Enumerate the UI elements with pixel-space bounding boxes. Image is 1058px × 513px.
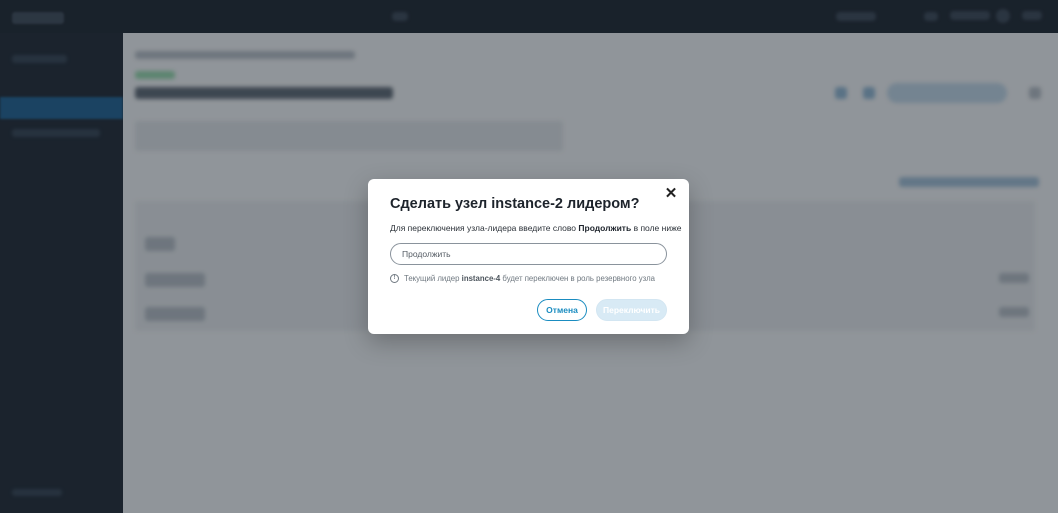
leader-switch-dialog: ✕ Сделать узел instance-2 лидером? Для п… [368,179,689,334]
close-icon[interactable]: ✕ [664,186,678,201]
instruction-suffix: в поле ниже [631,223,682,233]
instruction-keyword: Продолжить [578,223,632,233]
confirmation-input[interactable] [390,243,667,265]
info-suffix: будет переключен в роль резервного узла [502,274,656,283]
instruction-prefix: Для переключения узла-лидера введите сло… [390,223,579,233]
switch-button[interactable]: Переключить [596,299,667,321]
cancel-button[interactable]: Отмена [537,299,587,321]
info-circle-icon: ! [390,274,399,283]
info-prefix: Текущий лидер [404,274,460,283]
info-instance: instance-4 [461,274,501,283]
dialog-instruction: Для переключения узла-лидера введите сло… [390,223,682,233]
dialog-title: Сделать узел instance-2 лидером? [390,196,640,212]
dialog-info: ! Текущий лидер instance-4 будет переклю… [390,274,655,283]
